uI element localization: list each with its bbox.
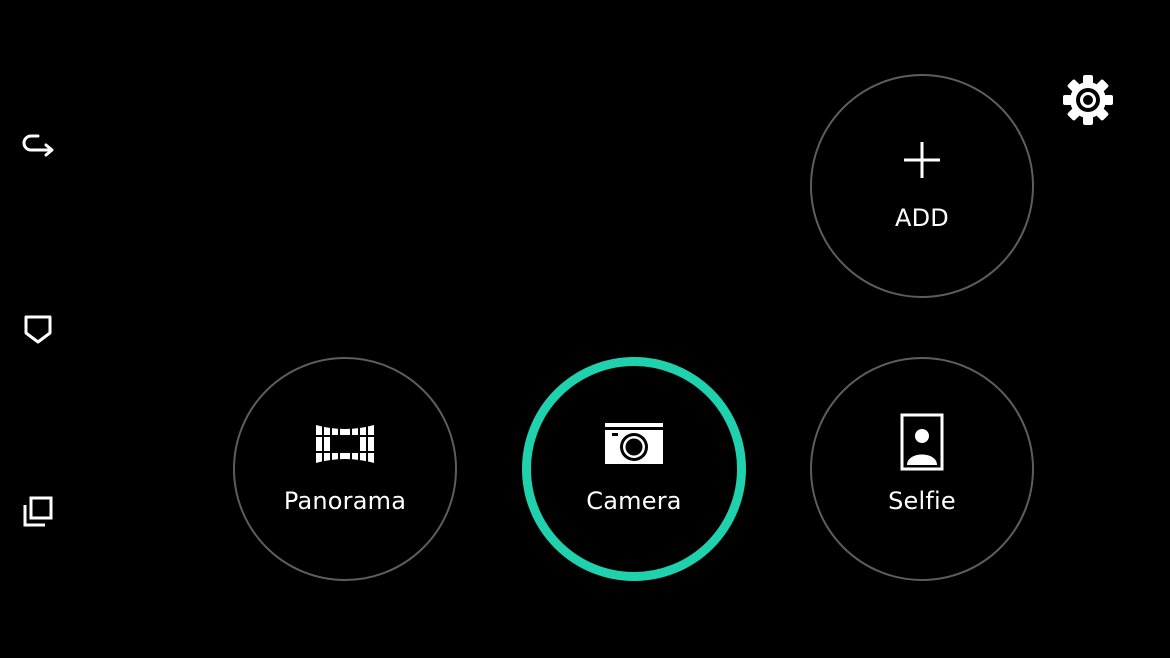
gear-icon (1063, 75, 1113, 125)
camera-mode-screen: ADD Panorama Camera Selfie (0, 0, 1170, 658)
panorama-icon (316, 425, 374, 463)
add-mode-label: ADD (895, 204, 949, 232)
recent-apps-button[interactable] (18, 492, 58, 532)
home-button[interactable] (18, 309, 58, 349)
camera-mode-button[interactable]: Camera (522, 357, 746, 581)
camera-icon (605, 423, 663, 464)
camera-mode-label: Camera (586, 487, 682, 515)
home-icon (24, 315, 52, 344)
back-button[interactable] (18, 127, 58, 167)
selfie-portrait-icon (900, 413, 944, 471)
selfie-mode-button[interactable]: Selfie (810, 357, 1034, 581)
back-arrow-icon (22, 134, 54, 157)
selfie-mode-label: Selfie (888, 487, 956, 515)
panorama-mode-button[interactable]: Panorama (233, 357, 457, 581)
plus-icon (904, 142, 940, 178)
panorama-mode-label: Panorama (283, 487, 407, 515)
recent-apps-icon (23, 496, 53, 527)
settings-button[interactable] (1058, 70, 1118, 130)
add-mode-button[interactable]: ADD (810, 74, 1034, 298)
